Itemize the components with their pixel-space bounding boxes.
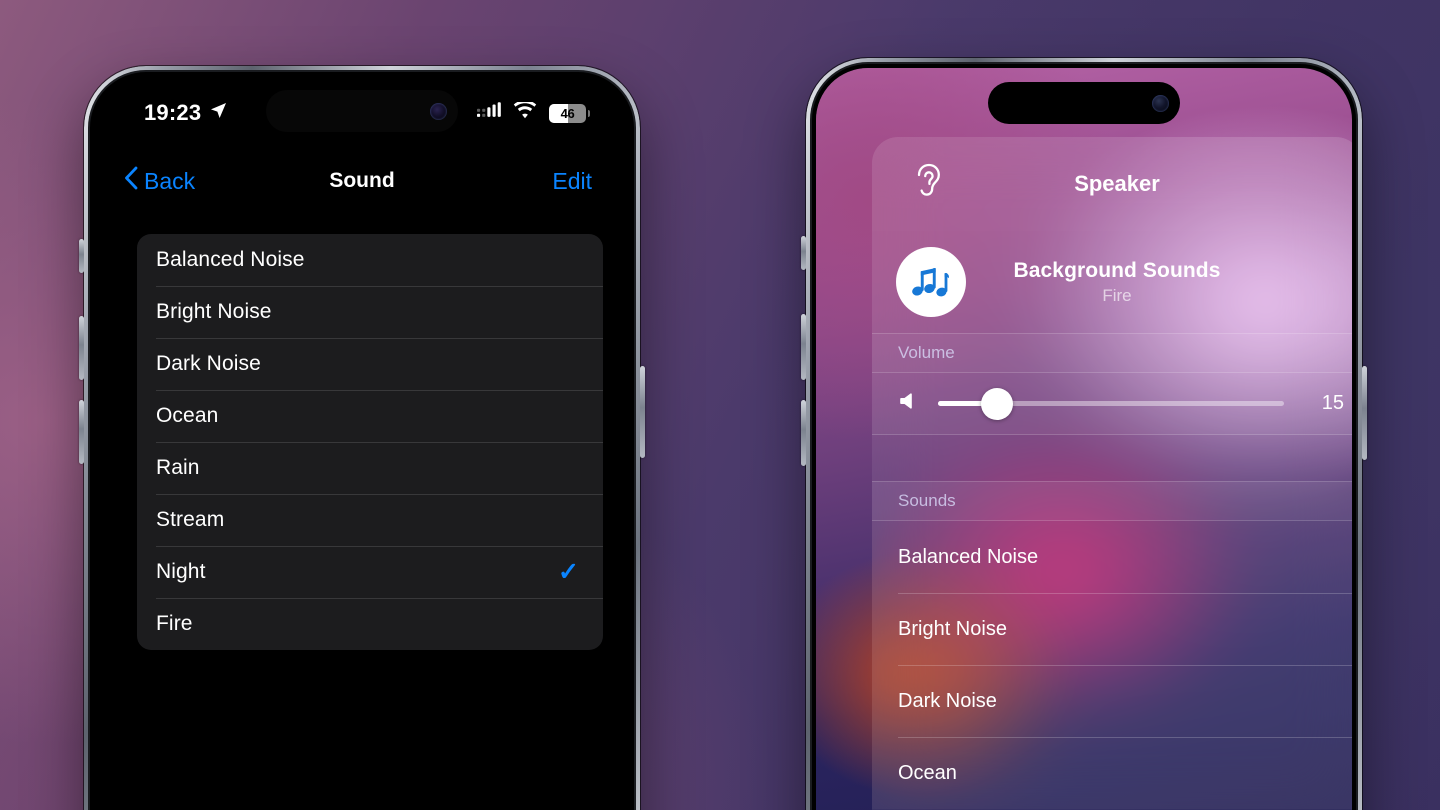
cellular-signal-icon xyxy=(477,101,501,125)
sound-list-item-label: Dark Noise xyxy=(156,352,261,375)
panel-title: Speaker xyxy=(1074,171,1160,196)
panel-section-gap xyxy=(872,435,1352,481)
volume-slider-thumb[interactable] xyxy=(980,387,1013,420)
sound-list-item[interactable]: Stream xyxy=(137,494,603,546)
right-sound-list-item-label: Balanced Noise xyxy=(898,545,1039,568)
volume-slider-row[interactable]: 15 xyxy=(872,373,1352,435)
right-dynamic-island xyxy=(988,82,1180,124)
left-nav-bar: Back Sound Edit xyxy=(94,150,630,212)
sound-list-item[interactable]: Bright Noise xyxy=(137,286,603,338)
sound-list-item[interactable]: Ocean xyxy=(137,390,603,442)
panel-header: Speaker xyxy=(872,137,1352,231)
battery-level-label: 46 xyxy=(560,105,575,121)
right-phone-screen: Speaker Background Sounds Fire Volume 15… xyxy=(816,68,1352,810)
edit-button[interactable]: Edit xyxy=(552,168,592,195)
sounds-section-header: Sounds xyxy=(872,481,1352,521)
front-camera-lens-icon xyxy=(1152,94,1169,112)
chevron-left-icon xyxy=(124,166,138,196)
right-sounds-list: Balanced Noise Bright Noise Dark Noise Ocea… xyxy=(872,521,1352,809)
volume-slider-track[interactable] xyxy=(938,387,1284,420)
volume-value-label: 15 xyxy=(1321,392,1344,414)
volume-section-header: Volume xyxy=(872,333,1352,373)
left-phone-device: 19:23 46 Back Sound Edit Balanced Noise … xyxy=(79,66,645,810)
right-phone-device: Speaker Background Sounds Fire Volume 15… xyxy=(801,58,1367,810)
music-notes-icon xyxy=(896,247,966,317)
left-phone-power-button[interactable] xyxy=(640,366,645,458)
checkmark-icon: ✓ xyxy=(558,557,579,586)
status-bar-right-group: 46 xyxy=(477,99,590,125)
right-sound-list-item[interactable]: Bright Noise xyxy=(872,593,1352,665)
sound-list-item[interactable]: Balanced Noise xyxy=(137,234,603,286)
sound-list-item-label: Ocean xyxy=(156,404,219,427)
sound-list-item-label: Bright Noise xyxy=(156,300,272,323)
right-sound-list-item[interactable]: Ocean xyxy=(872,737,1352,809)
sound-list-item[interactable]: Dark Noise xyxy=(137,338,603,390)
right-sound-list-item-label: Dark Noise xyxy=(898,689,997,712)
control-center-screen: Speaker Background Sounds Fire Volume 15… xyxy=(816,68,1352,810)
status-bar-time: 19:23 xyxy=(144,100,202,125)
right-sound-list-item[interactable]: Dark Noise xyxy=(872,665,1352,737)
battery-indicator: 46 xyxy=(549,103,590,123)
sound-list-item[interactable]: Fire xyxy=(137,598,603,650)
hearing-control-panel: Speaker Background Sounds Fire Volume 15… xyxy=(872,137,1352,810)
location-arrow-icon xyxy=(209,100,228,126)
sound-list-item-label: Night xyxy=(156,560,206,583)
right-sound-list-item-label: Bright Noise xyxy=(898,617,1007,640)
now-playing-row[interactable]: Background Sounds Fire xyxy=(872,231,1352,333)
right-sound-list-item-label: Ocean xyxy=(898,761,957,784)
left-phone-screen: 19:23 46 Back Sound Edit Balanced Noise … xyxy=(94,76,630,810)
sound-list-item-label: Rain xyxy=(156,456,200,479)
back-button-label: Back xyxy=(144,167,196,194)
sound-list-item[interactable]: Rain xyxy=(137,442,603,494)
right-phone-power-button[interactable] xyxy=(1362,366,1367,460)
sound-list-item-label: Fire xyxy=(156,612,193,635)
right-sound-list-item[interactable]: Balanced Noise xyxy=(872,521,1352,593)
sound-list-item-label: Balanced Noise xyxy=(156,248,305,271)
sound-settings-screen: 19:23 46 Back Sound Edit Balanced Noise … xyxy=(94,76,630,810)
ear-accessibility-icon xyxy=(910,162,944,207)
sound-list-item-label: Stream xyxy=(156,508,225,531)
sound-list-item[interactable]: Night ✓ xyxy=(137,546,603,598)
back-button[interactable]: Back xyxy=(124,166,195,196)
speaker-icon xyxy=(898,390,922,417)
wifi-icon xyxy=(513,99,537,125)
status-bar-left-group: 19:23 xyxy=(144,100,228,126)
left-status-bar: 19:23 46 xyxy=(94,76,630,150)
sound-options-list: Balanced Noise Bright Noise Dark Noise Ocea… xyxy=(137,234,603,650)
